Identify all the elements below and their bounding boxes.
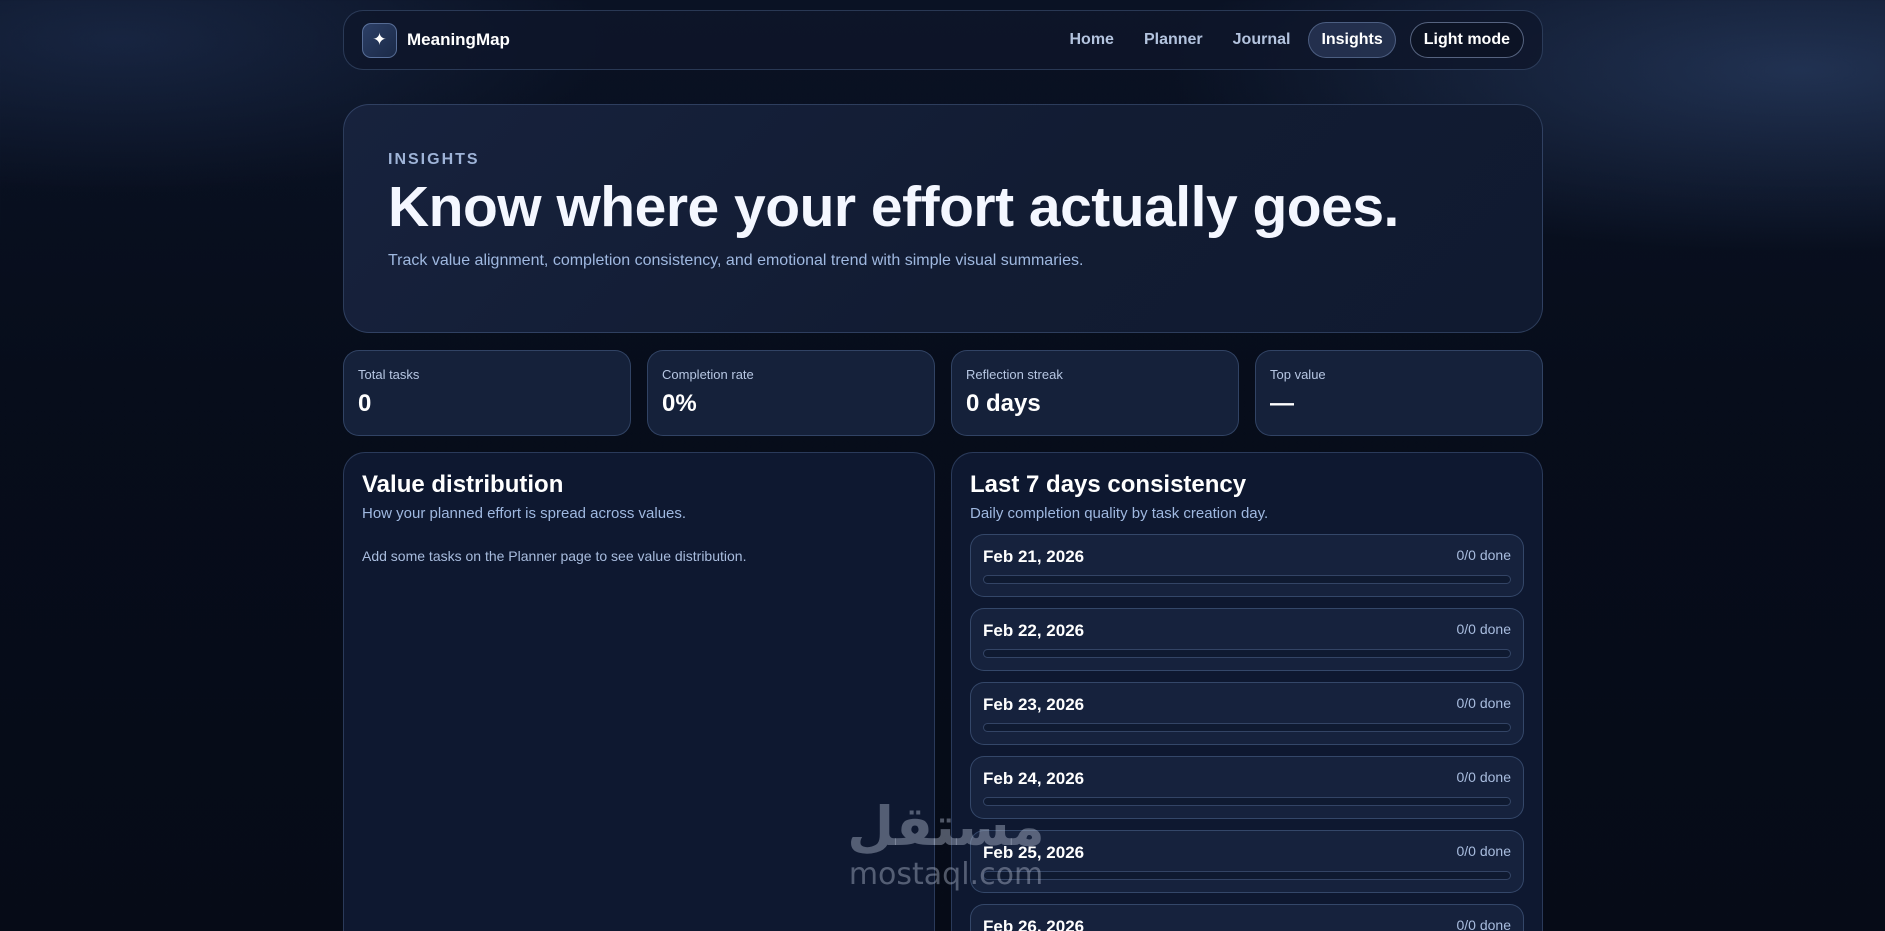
progress-bar bbox=[983, 871, 1511, 880]
day-date: Feb 26, 2026 bbox=[983, 917, 1085, 931]
stat-label: Reflection streak bbox=[966, 367, 1063, 382]
brand-name[interactable]: MeaningMap bbox=[407, 30, 510, 50]
day-count: 0/0 done bbox=[1456, 621, 1512, 637]
hero-card: INSIGHTS Know where your effort actually… bbox=[343, 104, 1543, 333]
nav-link-planner[interactable]: Planner bbox=[1132, 22, 1215, 58]
nav-link-insights[interactable]: Insights bbox=[1308, 22, 1396, 58]
day-date: Feb 24, 2026 bbox=[983, 769, 1085, 788]
panel-title: Last 7 days consistency bbox=[970, 471, 1247, 498]
day-date: Feb 21, 2026 bbox=[983, 547, 1085, 566]
progress-bar bbox=[983, 649, 1511, 658]
stat-total-tasks: Total tasks 0 bbox=[343, 350, 631, 436]
stat-value: 0 bbox=[358, 390, 372, 417]
theme-toggle-button[interactable]: Light mode bbox=[1409, 22, 1524, 58]
day-count: 0/0 done bbox=[1456, 769, 1512, 785]
consistency-panel: Last 7 days consistency Daily completion… bbox=[951, 452, 1543, 931]
stat-value: — bbox=[1270, 390, 1294, 417]
day-date: Feb 22, 2026 bbox=[983, 621, 1085, 640]
top-nav: ✦ MeaningMap Home Planner Journal Insigh… bbox=[343, 10, 1543, 70]
day-item: Feb 22, 2026 0/0 done bbox=[970, 608, 1524, 671]
page-eyebrow: INSIGHTS bbox=[388, 151, 480, 168]
panel-subtitle: Daily completion quality by task creatio… bbox=[970, 505, 1269, 522]
day-item: Feb 24, 2026 0/0 done bbox=[970, 756, 1524, 819]
progress-bar bbox=[983, 797, 1511, 806]
day-item: Feb 21, 2026 0/0 done bbox=[970, 534, 1524, 597]
stat-top-value: Top value — bbox=[1255, 350, 1543, 436]
empty-state-message: Add some tasks on the Planner page to se… bbox=[362, 548, 747, 564]
day-date: Feb 25, 2026 bbox=[983, 843, 1085, 862]
day-item: Feb 25, 2026 0/0 done bbox=[970, 830, 1524, 893]
day-item: Feb 23, 2026 0/0 done bbox=[970, 682, 1524, 745]
day-list: Feb 21, 2026 0/0 done Feb 22, 2026 0/0 d… bbox=[970, 534, 1524, 931]
stat-label: Top value bbox=[1270, 367, 1326, 382]
day-count: 0/0 done bbox=[1456, 547, 1512, 563]
day-count: 0/0 done bbox=[1456, 917, 1512, 931]
stat-label: Total tasks bbox=[358, 367, 420, 382]
stat-value: 0 days bbox=[966, 390, 1041, 417]
nav-link-home[interactable]: Home bbox=[1058, 22, 1126, 58]
nav-links: Home Planner Journal Insights Light mode bbox=[1058, 22, 1524, 58]
nav-link-journal[interactable]: Journal bbox=[1221, 22, 1303, 58]
stat-label: Completion rate bbox=[662, 367, 754, 382]
day-date: Feb 23, 2026 bbox=[983, 695, 1085, 714]
value-distribution-panel: Value distribution How your planned effo… bbox=[343, 452, 935, 931]
stat-value: 0% bbox=[662, 390, 697, 417]
panel-title: Value distribution bbox=[362, 471, 564, 498]
stat-reflection-streak: Reflection streak 0 days bbox=[951, 350, 1239, 436]
page-subtitle: Track value alignment, completion consis… bbox=[388, 251, 1084, 269]
progress-bar bbox=[983, 575, 1511, 584]
panel-subtitle: How your planned effort is spread across… bbox=[362, 505, 687, 522]
stat-completion-rate: Completion rate 0% bbox=[647, 350, 935, 436]
page-title: Know where your effort actually goes. bbox=[388, 175, 1399, 239]
sparkle-logo-icon[interactable]: ✦ bbox=[362, 22, 397, 58]
progress-bar bbox=[983, 723, 1511, 732]
day-count: 0/0 done bbox=[1456, 695, 1512, 711]
day-count: 0/0 done bbox=[1456, 843, 1512, 859]
day-item: Feb 26, 2026 0/0 done bbox=[970, 904, 1524, 931]
stats-row: Total tasks 0 Completion rate 0% Reflect… bbox=[343, 350, 1543, 436]
